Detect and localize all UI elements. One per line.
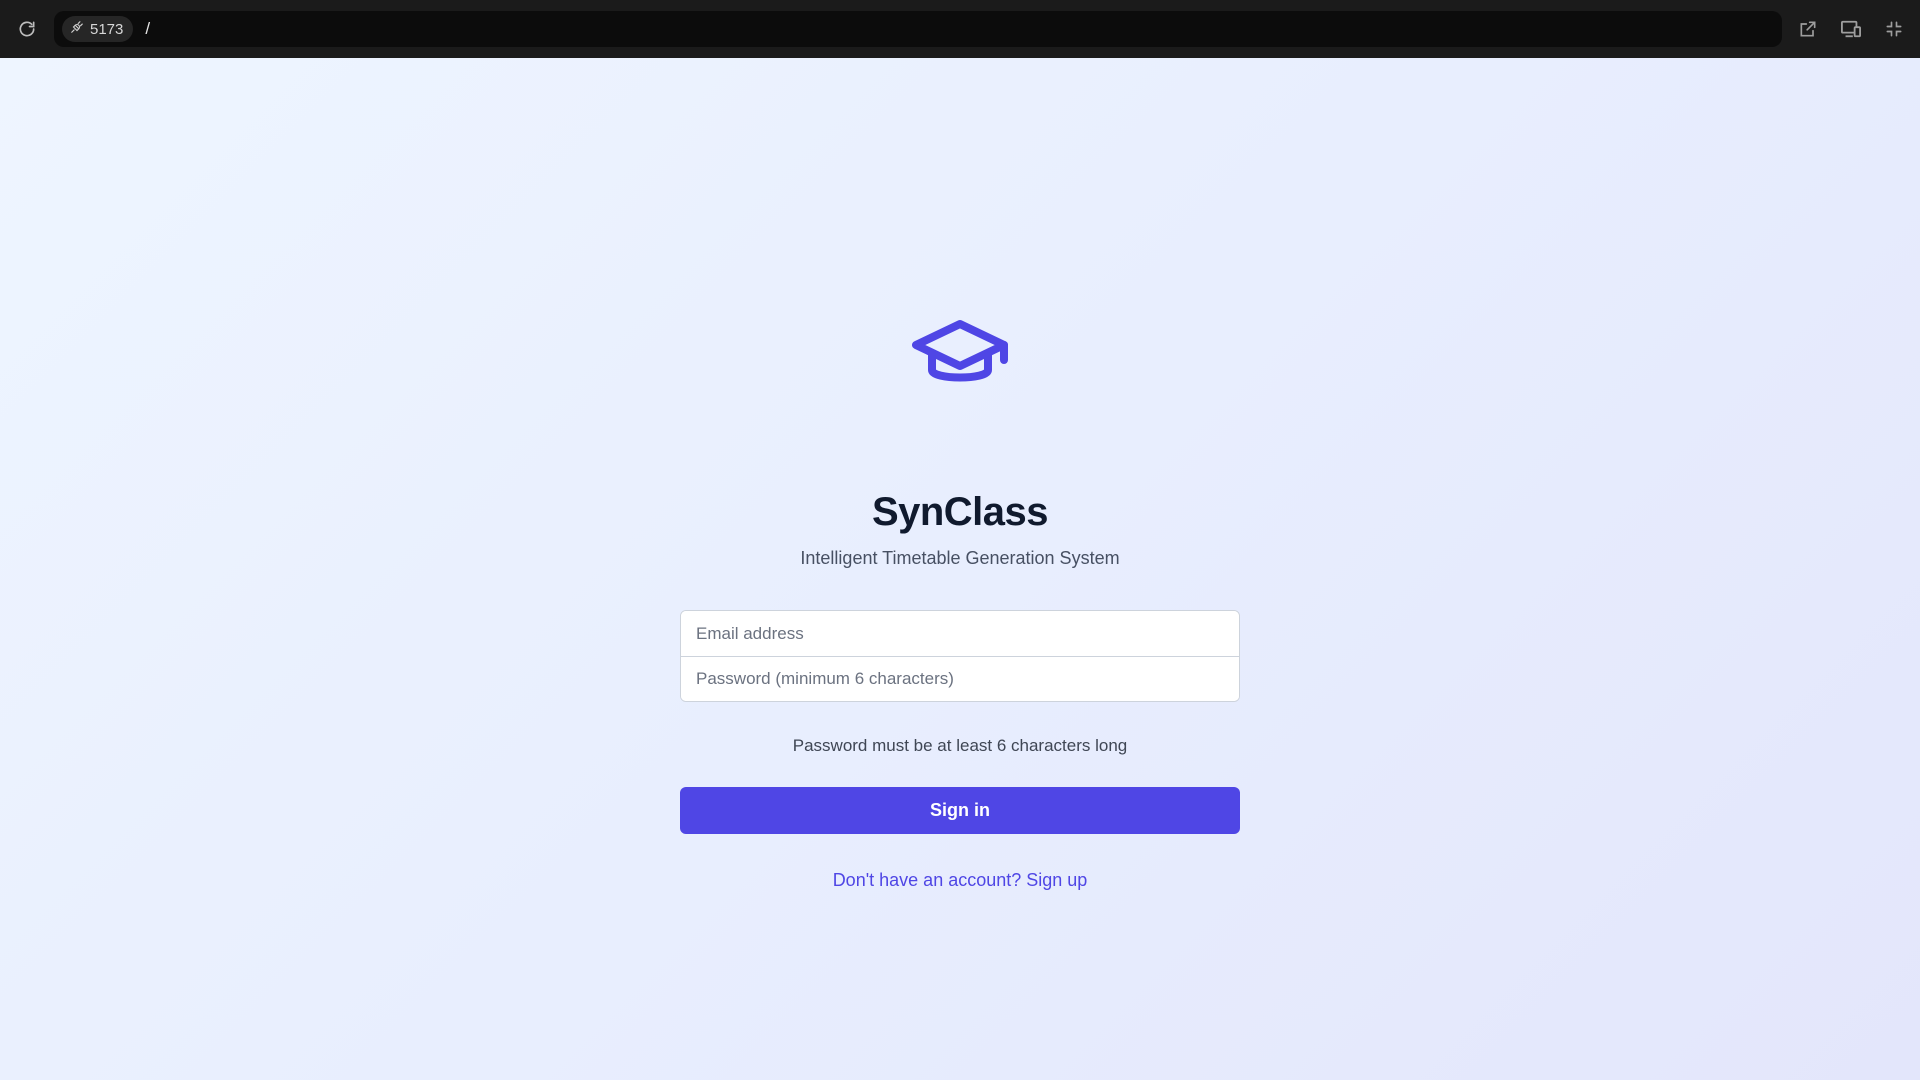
responsive-devices-icon[interactable] bbox=[1840, 19, 1862, 39]
app-title: SynClass bbox=[871, 490, 1049, 534]
port-number: 5173 bbox=[90, 20, 124, 38]
email-field[interactable] bbox=[681, 611, 1239, 656]
password-hint: Password must be at least 6 characters l… bbox=[792, 736, 1128, 755]
login-form bbox=[680, 610, 1240, 702]
password-field[interactable] bbox=[681, 656, 1239, 701]
graduation-cap-icon bbox=[912, 318, 1008, 390]
address-bar[interactable]: 5173 / bbox=[54, 11, 1782, 47]
browser-toolbar: 5173 / bbox=[0, 0, 1920, 58]
port-chip[interactable]: 5173 bbox=[62, 16, 134, 42]
reload-icon[interactable] bbox=[0, 0, 54, 58]
sign-in-button[interactable]: Sign in bbox=[680, 787, 1240, 834]
open-external-icon[interactable] bbox=[1798, 19, 1818, 39]
url-path: / bbox=[145, 19, 151, 38]
login-page: SynClass Intelligent Timetable Generatio… bbox=[0, 58, 1920, 1080]
minimize-icon[interactable] bbox=[1884, 19, 1904, 39]
sign-up-link[interactable]: Don't have an account? Sign up bbox=[680, 870, 1240, 891]
plug-icon bbox=[70, 20, 84, 38]
app-subtitle: Intelligent Timetable Generation System bbox=[800, 548, 1120, 568]
